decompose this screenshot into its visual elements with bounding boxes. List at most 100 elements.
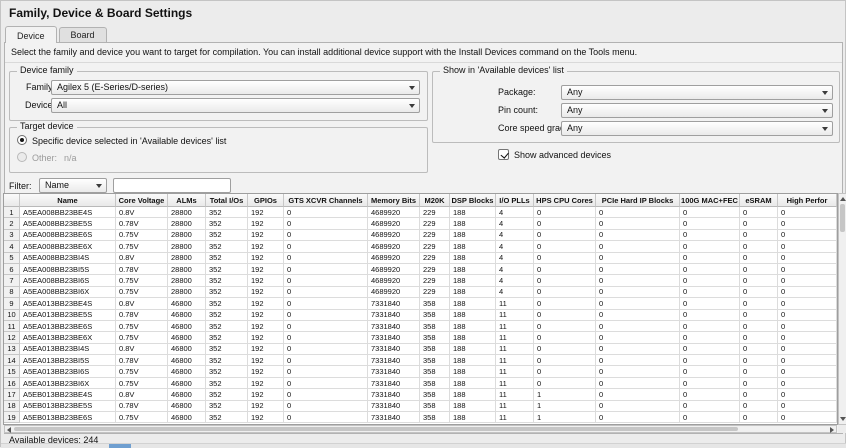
horizontal-scrollbar-thumb[interactable]: [14, 427, 738, 431]
cell: 11: [496, 310, 534, 321]
table-corner[interactable]: [4, 194, 20, 207]
cell: 4: [496, 264, 534, 275]
column-header[interactable]: GTS XCVR Channels: [284, 194, 368, 207]
radio-specific-device[interactable]: [17, 135, 27, 145]
cell: 192: [248, 321, 284, 332]
scroll-left-icon[interactable]: [7, 427, 11, 433]
cell: 352: [206, 321, 248, 332]
cell: 0: [596, 366, 680, 377]
checkbox-icon: [498, 149, 509, 160]
device-select[interactable]: All: [51, 98, 420, 113]
table-row[interactable]: 17A5EB013BB23BE4S0.8V4680035219207331840…: [4, 389, 837, 400]
filter-label: Filter:: [9, 181, 32, 192]
table-row[interactable]: 11A5EA013BB23BE6S0.75V468003521920733184…: [4, 321, 837, 332]
table-row[interactable]: 6A5EA008BB23BI5S0.78V2880035219204689920…: [4, 264, 837, 275]
cell: 352: [206, 218, 248, 229]
table-horizontal-scrollbar[interactable]: [4, 425, 837, 433]
devices-table[interactable]: NameCore VoltageALMsTotal I/OsGPIOsGTS X…: [4, 194, 837, 423]
family-select[interactable]: Agilex 5 (E-Series/D-series): [51, 80, 420, 95]
table-row[interactable]: 7A5EA008BB23BI6S0.75V2880035219204689920…: [4, 275, 837, 286]
table-row[interactable]: 14A5EA013BB23BI5S0.78V468003521920733184…: [4, 355, 837, 366]
table-row[interactable]: 2A5EA008BB23BE5S0.78V2880035219204689920…: [4, 218, 837, 229]
column-header[interactable]: High Perfor: [778, 194, 837, 207]
column-header[interactable]: GPIOs: [248, 194, 284, 207]
device-select-value: All: [57, 100, 67, 110]
table-vertical-scrollbar[interactable]: [838, 193, 846, 425]
cell: 352: [206, 332, 248, 343]
scroll-right-icon[interactable]: [830, 427, 834, 433]
table-row[interactable]: 19A5EB013BB23BE6S0.75V468003521920733184…: [4, 412, 837, 423]
target-device-group: Target device Specific device selected i…: [9, 121, 428, 173]
cell: 0: [680, 218, 740, 229]
column-header[interactable]: ALMs: [168, 194, 206, 207]
vertical-scrollbar-thumb[interactable]: [840, 204, 845, 232]
cell: 0.8V: [116, 207, 168, 218]
cell: 0.8V: [116, 389, 168, 400]
cell: 7331840: [368, 355, 420, 366]
package-select-value: Any: [567, 87, 583, 97]
cell: 0: [534, 378, 596, 389]
filter-field-select[interactable]: Name: [39, 178, 107, 193]
cell: A5EA013BB23BI5S: [20, 355, 116, 366]
scroll-up-icon[interactable]: [840, 197, 846, 201]
window-horizontal-scrollbar[interactable]: [1, 443, 846, 448]
cell: 46800: [168, 378, 206, 389]
cell: 46800: [168, 344, 206, 355]
cell: 0: [740, 298, 778, 309]
cell: 0: [778, 218, 837, 229]
cell: 0: [740, 378, 778, 389]
tab-device[interactable]: Device: [5, 26, 57, 43]
column-header[interactable]: 100G MAC+FEC: [680, 194, 740, 207]
row-number-cell: 14: [4, 355, 20, 366]
cell: 188: [450, 298, 496, 309]
cell: 0: [596, 218, 680, 229]
column-header[interactable]: Core Voltage: [116, 194, 168, 207]
cell: 0.75V: [116, 412, 168, 423]
table-row[interactable]: 3A5EA008BB23BE6S0.75V2880035219204689920…: [4, 230, 837, 241]
tab-board[interactable]: Board: [59, 27, 107, 42]
column-header[interactable]: PCIe Hard IP Blocks: [596, 194, 680, 207]
cell: 0: [680, 401, 740, 412]
column-header[interactable]: Memory Bits: [368, 194, 420, 207]
cell: 0: [534, 241, 596, 252]
cell: 0: [778, 412, 837, 423]
column-header[interactable]: M20K: [420, 194, 450, 207]
radio-other-value: n/a: [64, 153, 77, 164]
cell: 0: [778, 366, 837, 377]
cell: 0: [740, 287, 778, 298]
core-speed-grade-select[interactable]: Any: [561, 121, 833, 136]
scroll-down-icon[interactable]: [840, 417, 846, 421]
cell: 11: [496, 332, 534, 343]
column-header[interactable]: DSP Blocks: [450, 194, 496, 207]
table-row[interactable]: 16A5EA013BB23BI6X0.75V468003521920733184…: [4, 378, 837, 389]
column-header[interactable]: I/O PLLs: [496, 194, 534, 207]
table-row[interactable]: 1A5EA008BB23BE4S0.8V28800352192046899202…: [4, 207, 837, 218]
table-row[interactable]: 10A5EA013BB23BE5S0.78V468003521920733184…: [4, 310, 837, 321]
pin-count-select[interactable]: Any: [561, 103, 833, 118]
table-row[interactable]: 13A5EA013BB23BI4S0.8V4680035219207331840…: [4, 344, 837, 355]
table-row[interactable]: 4A5EA008BB23BE6X0.75V2880035219204689920…: [4, 241, 837, 252]
cell: 11: [496, 298, 534, 309]
table-row[interactable]: 12A5EA013BB23BE6X0.75V468003521920733184…: [4, 332, 837, 343]
table-row[interactable]: 5A5EA008BB23BI4S0.8V28800352192046899202…: [4, 253, 837, 264]
filter-input[interactable]: [113, 178, 231, 193]
cell: 352: [206, 310, 248, 321]
column-header[interactable]: eSRAM: [740, 194, 778, 207]
cell: 0: [534, 332, 596, 343]
cell: 4689920: [368, 275, 420, 286]
window-scrollbar-thumb[interactable]: [109, 444, 131, 448]
column-header[interactable]: Name: [20, 194, 116, 207]
table-row[interactable]: 15A5EA013BB23BI6S0.75V468003521920733184…: [4, 366, 837, 377]
table-row[interactable]: 18A5EB013BB23BE5S0.78V468003521920733184…: [4, 401, 837, 412]
cell: 0: [778, 264, 837, 275]
column-header[interactable]: Total I/Os: [206, 194, 248, 207]
cell: 7331840: [368, 344, 420, 355]
row-number-cell: 2: [4, 218, 20, 229]
table-row[interactable]: 8A5EA008BB23BI6X0.75V2880035219204689920…: [4, 287, 837, 298]
cell: 0: [680, 321, 740, 332]
cell: 352: [206, 412, 248, 423]
package-select[interactable]: Any: [561, 85, 833, 100]
cell: 28800: [168, 275, 206, 286]
table-row[interactable]: 9A5EA013BB23BE4S0.8V46800352192073318403…: [4, 298, 837, 309]
column-header[interactable]: HPS CPU Cores: [534, 194, 596, 207]
